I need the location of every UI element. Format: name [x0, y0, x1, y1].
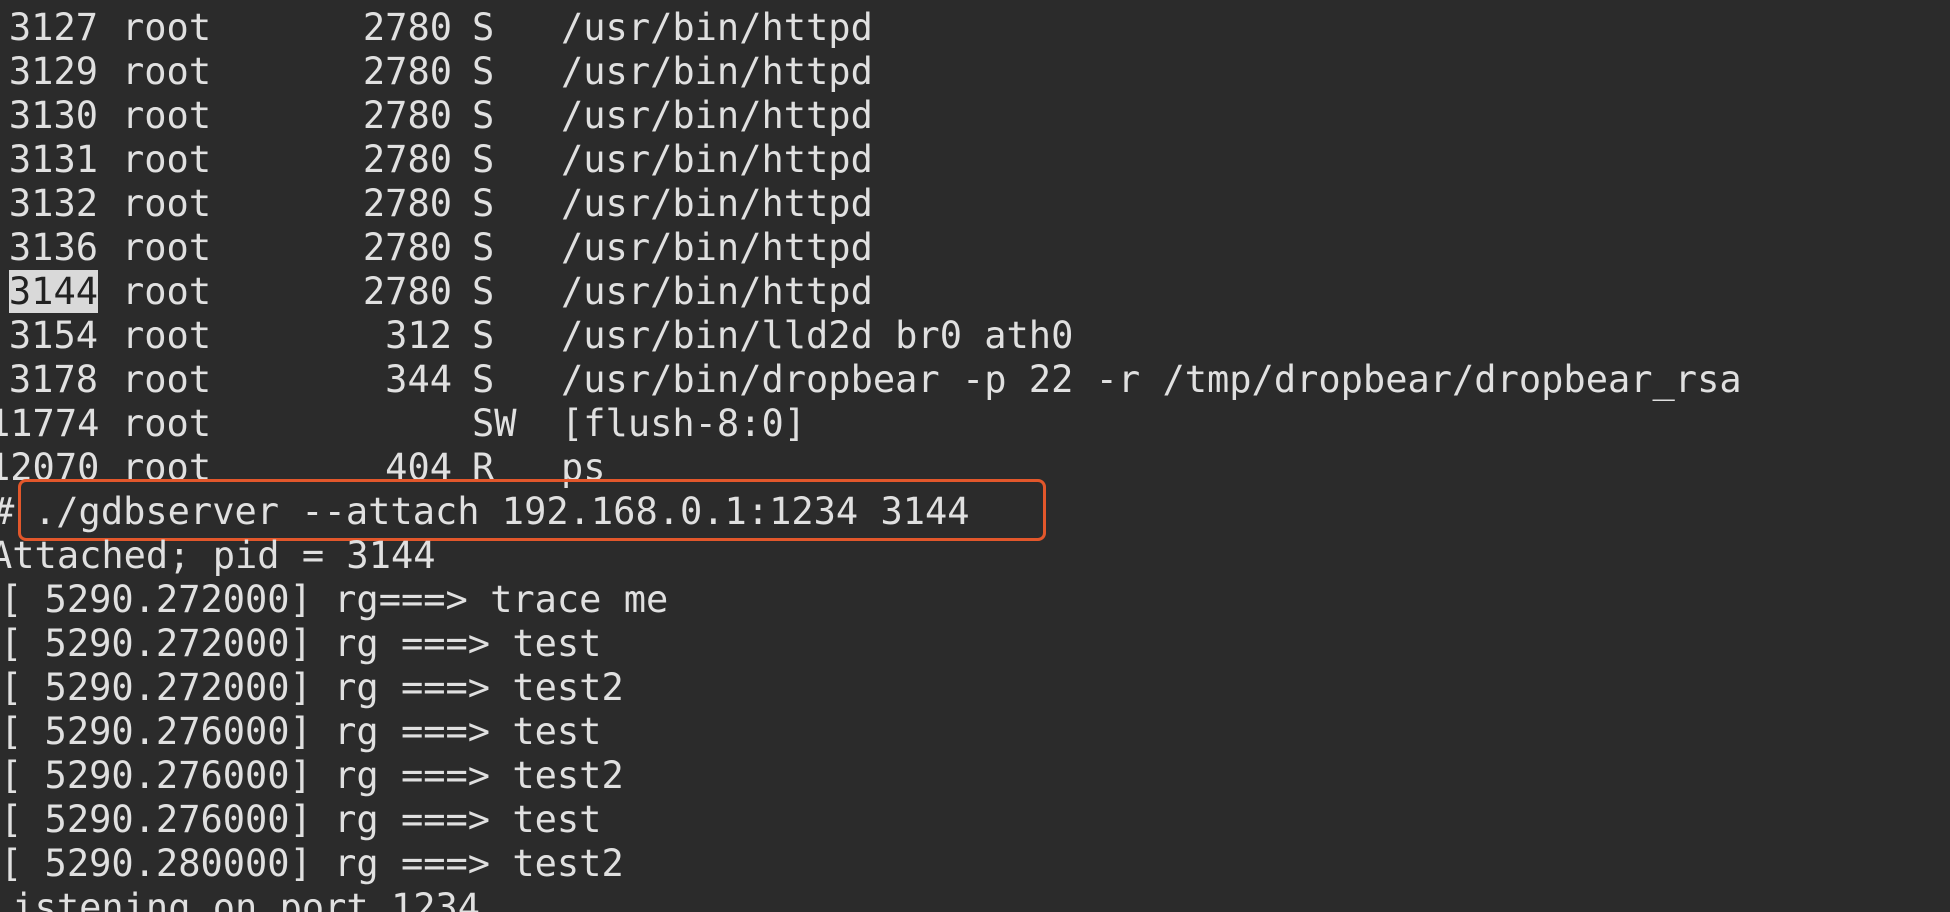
vsz-cell: 2780 [362, 138, 452, 181]
vsz-cell: 2780 [362, 226, 452, 269]
user-cell: root [122, 138, 212, 181]
vsz-cell: 312 [385, 314, 452, 357]
output-line: [ 5290.276000] rg ===> test [0, 798, 602, 841]
stat-cell: S [472, 358, 495, 401]
user-cell: root [122, 270, 212, 313]
stat-cell: S [472, 138, 495, 181]
terminal-window[interactable]: 3127 root 2780 S /usr/bin/httpd 3129 roo… [0, 0, 1950, 912]
pid-cell: 11774 [0, 402, 100, 445]
command-cell: /usr/bin/lld2d br0 ath0 [561, 314, 1074, 357]
process-row: 3131 root 2780 S /usr/bin/httpd [0, 138, 873, 182]
output-line: [ 5290.276000] rg ===> test2 [0, 754, 624, 797]
vsz-cell: 404 [385, 446, 452, 489]
vsz-cell: 2780 [362, 6, 452, 49]
output-line: [ 5290.272000] rg===> trace me [0, 578, 669, 621]
pid-cell: 3178 [8, 358, 98, 401]
pid-cell: 3130 [8, 94, 98, 137]
command-cell: /usr/bin/httpd [561, 226, 873, 269]
command-cell: /usr/bin/dropbear -p 22 -r /tmp/dropbear… [561, 358, 1742, 401]
gdbserver-command[interactable]: ./gdbserver --attach 192.168.0.1:1234 31… [34, 490, 970, 534]
selected-text[interactable]: 3144 [8, 270, 98, 313]
pid-cell-selected[interactable]: 3144 [0, 270, 98, 314]
command-cell: /usr/bin/httpd [561, 182, 873, 225]
pid-cell: 3129 [8, 50, 98, 93]
command-cell: ps [561, 446, 606, 489]
stat-cell: S [472, 50, 495, 93]
vsz-cell: 2780 [362, 270, 452, 313]
stat-cell: S [472, 182, 495, 225]
user-cell: root [122, 446, 212, 489]
output-line: Listening on port 1234 [0, 886, 481, 912]
user-cell: root [122, 182, 212, 225]
process-row: 3130 root 2780 S /usr/bin/httpd [0, 94, 873, 138]
stat-cell: S [472, 270, 495, 313]
pid-cell: 3127 [8, 6, 98, 49]
pid-cell: 12070 [0, 446, 100, 489]
user-cell: root [122, 94, 212, 137]
output-line: [ 5290.276000] rg ===> test [0, 710, 602, 753]
command-cell: [flush-8:0] [561, 402, 807, 445]
command-cell: /usr/bin/httpd [561, 270, 873, 313]
command-cell: /usr/bin/httpd [561, 6, 873, 49]
process-row: 3136 root 2780 S /usr/bin/httpd [0, 226, 873, 270]
pid-cell: 3136 [8, 226, 98, 269]
pid-cell: 3132 [8, 182, 98, 225]
output-line: [ 5290.272000] rg ===> test2 [0, 666, 624, 709]
vsz-cell: 2780 [362, 182, 452, 225]
process-row: 3127 root 2780 S /usr/bin/httpd [0, 6, 873, 50]
stat-cell: S [472, 314, 495, 357]
user-cell: root [122, 6, 212, 49]
output-line: [ 5290.272000] rg ===> test [0, 622, 602, 665]
process-row-selected: 3144 root 2780 S /usr/bin/httpd [0, 270, 873, 314]
command-cell: /usr/bin/httpd [561, 138, 873, 181]
command-line: # ./gdbserver --attach 192.168.0.1:1234 … [0, 490, 970, 534]
user-cell: root [122, 314, 212, 357]
user-cell: root [122, 402, 212, 445]
vsz-cell: 344 [385, 358, 452, 401]
stat-cell: S [472, 226, 495, 269]
process-row: 3154 root 312 S /usr/bin/lld2d br0 ath0 [0, 314, 1073, 358]
vsz-cell: 2780 [362, 94, 452, 137]
stat-cell: SW [472, 402, 517, 445]
pid-cell: 3131 [8, 138, 98, 181]
process-row: 3178 root 344 S /usr/bin/dropbear -p 22 … [0, 358, 1742, 402]
pid-cell: 3154 [8, 314, 98, 357]
user-cell: root [122, 226, 212, 269]
process-row: 11774 root SW [flush-8:0] [0, 402, 806, 446]
command-cell: /usr/bin/httpd [561, 94, 873, 137]
output-line: Attached; pid = 3144 [0, 534, 436, 577]
process-row: 12070 root 404 R ps [0, 446, 606, 490]
process-row: 3132 root 2780 S /usr/bin/httpd [0, 182, 873, 226]
user-cell: root [122, 50, 212, 93]
process-row: 3129 root 2780 S /usr/bin/httpd [0, 50, 873, 94]
output-line: [ 5290.280000] rg ===> test2 [0, 842, 624, 885]
stat-cell: S [472, 94, 495, 137]
stat-cell: R [472, 446, 495, 489]
vsz-cell: 2780 [362, 50, 452, 93]
prompt-symbol: # [0, 490, 14, 534]
command-cell: /usr/bin/httpd [561, 50, 873, 93]
user-cell: root [122, 358, 212, 401]
stat-cell: S [472, 6, 495, 49]
